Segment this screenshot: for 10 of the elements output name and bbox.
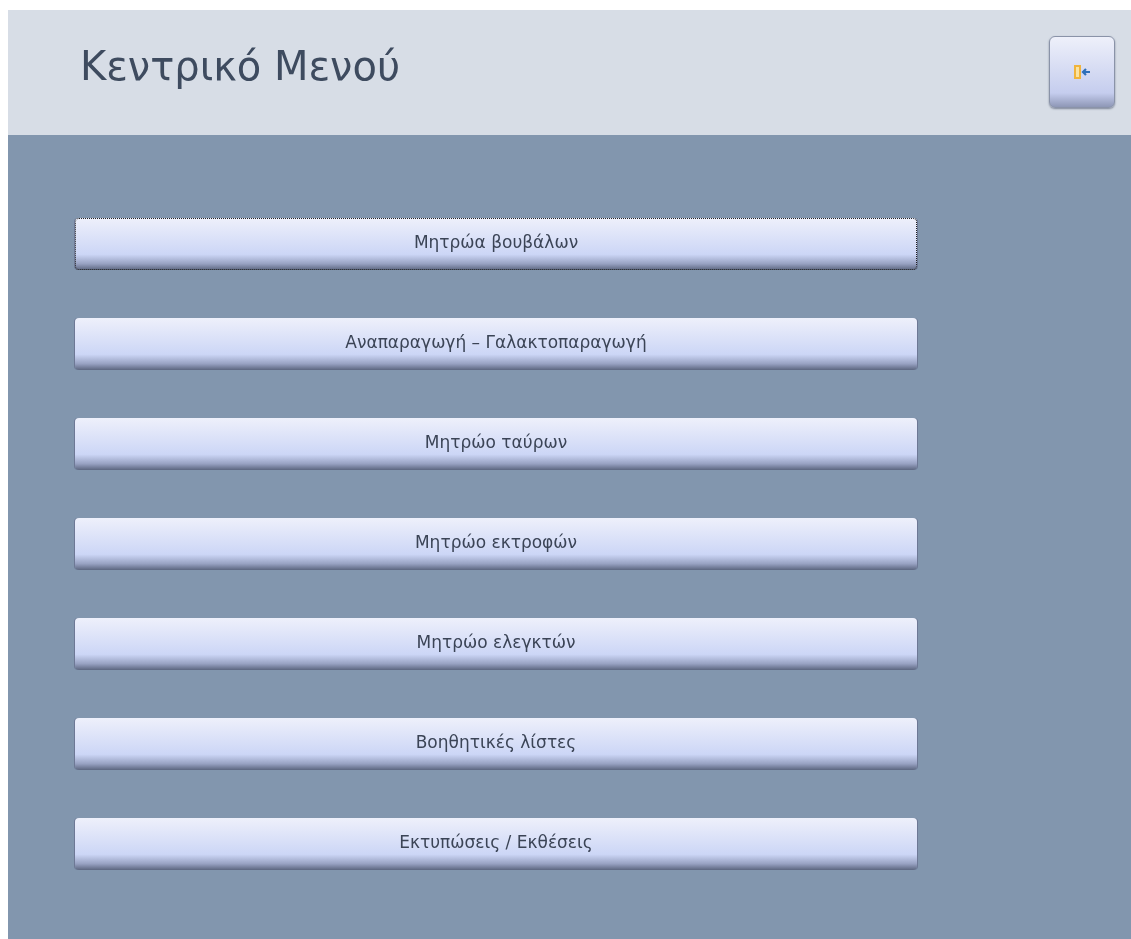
exit-button[interactable]: [1049, 35, 1115, 108]
menu-button[interactable]: Μητρώο εκτροφών: [75, 518, 917, 570]
menu-button[interactable]: Βοηθητικές λίστες: [75, 718, 917, 770]
exit-door-icon: [1073, 63, 1091, 80]
menu-button[interactable]: Αναπαραγωγή – Γαλακτοπαραγωγή: [75, 318, 917, 370]
menu-button[interactable]: Μητρώο ελεγκτών: [75, 618, 917, 670]
menu-button[interactable]: Μητρώα βουβάλων: [75, 218, 917, 270]
menu-button[interactable]: Μητρώο ταύρων: [75, 418, 917, 470]
menu-button[interactable]: Εκτυπώσεις / Εκθέσεις: [75, 818, 917, 870]
form-title: Κεντρικό Μενού: [80, 42, 401, 89]
